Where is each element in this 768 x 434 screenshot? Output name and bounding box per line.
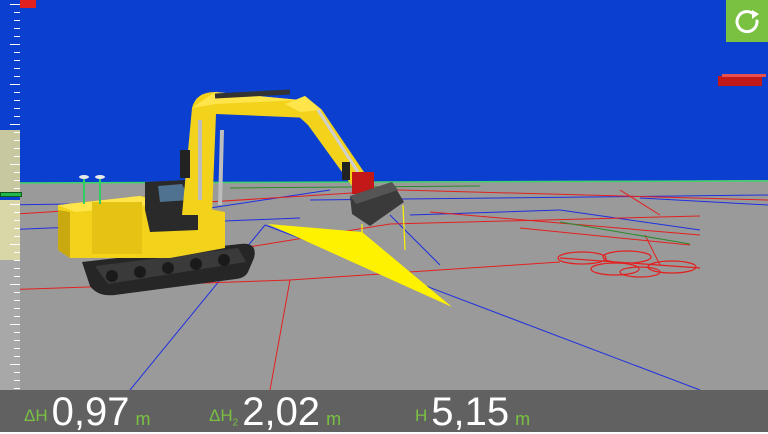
machine-view-3d[interactable] [0,0,768,432]
height-label: H [415,406,428,425]
ruler-tick [14,220,20,221]
ruler-tick [14,28,20,29]
height-unit: m [515,409,531,429]
offscreen-target-marker [718,74,766,86]
ruler-tick [14,140,20,141]
ruler-tick [14,236,20,237]
ruler-tick [14,260,20,261]
readout-bar: ΔH 0,97 m ΔH2 2,02 m H 5,15 m [0,390,768,434]
ruler-tick [14,60,20,61]
ruler-tick [14,188,20,189]
delta-h-unit: m [135,409,151,429]
delta-h-readout: ΔH 0,97 m [24,390,151,434]
ruler-tick [14,108,20,109]
ruler-tick [14,68,20,69]
ruler-tick [14,20,20,21]
ruler-tick [14,276,20,277]
ruler-tick [10,284,20,285]
ruler-tick [14,372,20,373]
ruler-tick [14,116,20,117]
ruler-tick [10,164,20,165]
delta-h-label: ΔH [24,406,48,425]
ruler-tick [10,244,20,245]
sky [0,0,768,186]
current-height-marker [0,192,22,197]
ruler-tick [14,12,20,13]
ruler-tick [10,44,20,45]
ruler-tick [10,324,20,325]
delta-h2-value: 2,02 [242,390,321,434]
ruler-tick [14,348,20,349]
ruler-tick [14,52,20,53]
ruler-tick [14,388,20,389]
ruler-tick [10,124,20,125]
ruler-tick [14,228,20,229]
ruler-tick [14,100,20,101]
ruler-tick [14,340,20,341]
ruler-tick [14,36,20,37]
ruler-tick [14,380,20,381]
ruler-tick [10,364,20,365]
delta-h2-readout: ΔH2 2,02 m [209,390,342,434]
height-readout: H 5,15 m [415,390,531,434]
ruler-tick [14,316,20,317]
ruler-tick [14,252,20,253]
ruler-tick [14,148,20,149]
ruler-band-lower [0,200,20,260]
ruler-tick [14,132,20,133]
ruler-tick [14,172,20,173]
ruler-tick [14,212,20,213]
ruler-tick [14,268,20,269]
refresh-icon [735,10,759,34]
reset-view-button[interactable] [726,0,768,42]
ruler-tick [14,156,20,157]
ruler-tick [14,76,20,77]
ruler-tick [10,4,20,5]
ruler-tick [14,300,20,301]
ruler-tick [10,84,20,85]
ruler-tick [14,92,20,93]
ruler-tick [14,308,20,309]
delta-h2-label: ΔH2 [209,406,239,429]
delta-h2-unit: m [326,409,342,429]
scene-canvas [0,0,768,432]
ruler-tick [14,332,20,333]
ruler-tick [14,292,20,293]
height-value: 5,15 [431,390,510,434]
delta-h-value: 0,97 [51,390,130,434]
ruler-tick [10,204,20,205]
ruler-tick [14,356,20,357]
ruler-tick [14,180,20,181]
